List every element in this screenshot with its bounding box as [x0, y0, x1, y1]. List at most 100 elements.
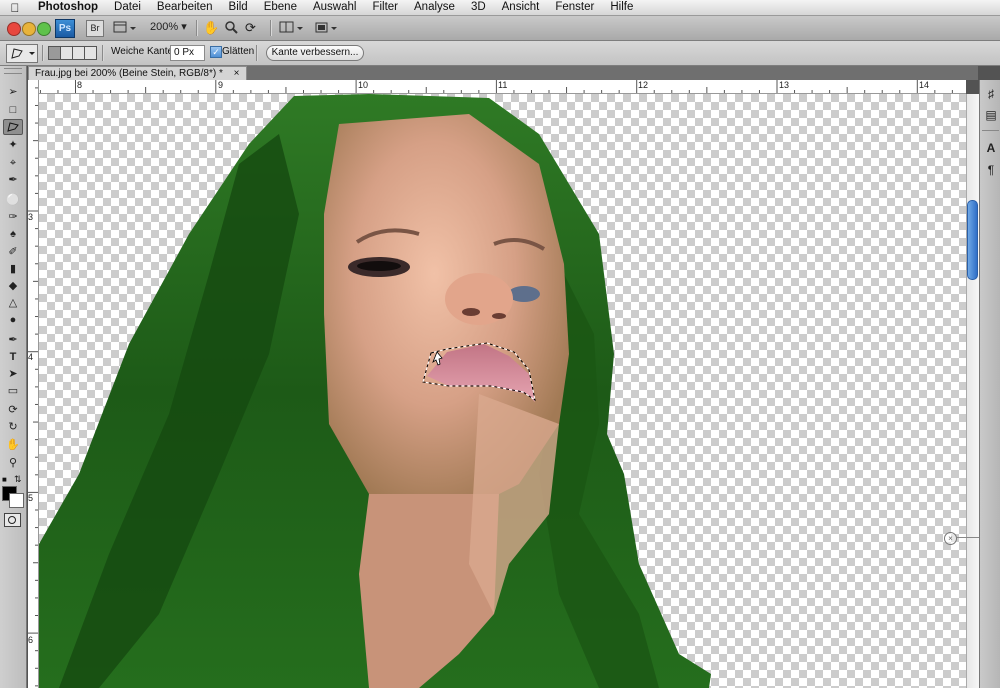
rectangle-icon: ▭ [7, 385, 19, 397]
menu-hilfe[interactable]: Hilfe [602, 0, 641, 15]
ruler-label-5: 5 [28, 493, 34, 503]
menu-bild[interactable]: Bild [221, 0, 256, 15]
menu-datei[interactable]: Datei [106, 0, 149, 15]
swap-colors-icon[interactable]: ⇅ [14, 474, 22, 485]
polygonal-lasso-icon [11, 48, 35, 59]
toolbox-grip[interactable] [4, 68, 22, 74]
close-icon[interactable]: × [944, 532, 957, 545]
pen-tool[interactable]: ✒ [3, 332, 23, 348]
window-zoom-button[interactable] [37, 22, 51, 36]
intersect-selection-button[interactable] [84, 46, 97, 60]
vertical-scrollbar[interactable] [966, 94, 979, 688]
arrange-documents-icon [279, 21, 303, 33]
document-tab[interactable]: Frau.jpg bei 200% (Beine Stein, RGB/8*) … [28, 66, 247, 81]
window-minimize-button[interactable] [22, 22, 36, 36]
window-close-button[interactable] [7, 22, 21, 36]
magnifier-icon: ⚲ [8, 457, 18, 469]
background-color-swatch[interactable] [9, 493, 24, 508]
stamp-icon: ♠ [10, 228, 16, 240]
bridge-button[interactable]: Br [86, 20, 104, 37]
menu-photoshop[interactable]: Photoshop [30, 0, 106, 15]
dodge-tool[interactable]: ● [3, 312, 23, 328]
menu-ebene[interactable]: Ebene [256, 0, 305, 15]
refine-edge-button[interactable]: Kante verbessern... [266, 45, 364, 61]
hand-tool-button[interactable]: ✋ [203, 19, 219, 36]
antialias-checkbox[interactable]: ✓ [210, 46, 222, 58]
crop-tool[interactable]: ⌖ [3, 155, 23, 171]
paint-bucket-tool[interactable]: ◆ [3, 278, 23, 294]
options-bar: Weiche Kante: 0 Px ✓ Glätten Kante verbe… [0, 41, 1000, 66]
histogram-panel-icon[interactable]: ♯ [983, 86, 999, 102]
menu-filter[interactable]: Filter [364, 0, 406, 15]
divider [196, 20, 198, 36]
panel-dock: ♯ ▤ A ¶ [979, 80, 1000, 688]
history-brush-tool[interactable]: ✐ [3, 244, 23, 260]
zoom-level-dropdown[interactable]: 200% ▾ [150, 19, 187, 36]
divider [102, 45, 104, 61]
ruler-label-9: 9 [218, 80, 224, 90]
nostril-right [492, 313, 506, 319]
ruler-label-13: 13 [779, 80, 790, 90]
tool-preset-picker[interactable] [6, 44, 38, 63]
3d-rotate-icon: ⟳ [8, 404, 18, 416]
ruler-label-4: 4 [28, 352, 34, 362]
divider [256, 45, 258, 61]
menu-bearbeiten[interactable]: Bearbeiten [149, 0, 221, 15]
layers-panel-icon[interactable]: ▤ [983, 107, 999, 123]
path-selection-icon: ➤ [8, 368, 18, 380]
path-selection-tool[interactable]: ➤ [3, 366, 23, 382]
close-icon[interactable]: × [234, 68, 240, 79]
woman-figure [39, 94, 711, 688]
menu-analyse[interactable]: Analyse [406, 0, 463, 15]
horizontal-ruler[interactable]: 8 9 10 11 12 13 14 [38, 80, 966, 94]
marquee-tool[interactable]: □ [3, 102, 23, 118]
shape-tool[interactable]: ▭ [3, 383, 23, 399]
nostril-left [462, 308, 480, 316]
view-extras-button[interactable] [112, 19, 136, 36]
vertical-ruler[interactable]: 3 4 5 6 [28, 80, 39, 688]
spot-healing-tool[interactable]: ⚪ [3, 192, 23, 208]
rotate-view-icon: ⟳ [245, 20, 256, 35]
arrange-documents-button[interactable] [278, 19, 304, 36]
3d-rotate-tool[interactable]: ⟳ [3, 402, 23, 418]
menu-3d[interactable]: 3D [463, 0, 494, 15]
quick-mask-button[interactable] [4, 513, 21, 527]
antialias-label: Glätten [222, 46, 255, 57]
polygonal-lasso-tool[interactable] [3, 119, 23, 135]
eraser-tool[interactable]: ▮ [3, 261, 23, 277]
hand-icon: ✋ [6, 439, 20, 451]
divider [982, 130, 999, 131]
apple-icon[interactable]:  [0, 1, 30, 15]
paragraph-panel-icon[interactable]: ¶ [983, 162, 999, 178]
type-tool[interactable]: T [3, 349, 23, 365]
menu-fenster[interactable]: Fenster [547, 0, 602, 15]
screen-mode-button[interactable] [313, 19, 339, 36]
type-icon: T [9, 351, 17, 363]
rotate-view-button[interactable]: ⟳ [245, 19, 256, 36]
menu-bar:  Photoshop Datei Bearbeiten Bild Ebene … [0, 0, 1000, 16]
move-tool[interactable]: ➢ [3, 84, 23, 100]
character-panel-icon[interactable]: A [983, 140, 999, 156]
brush-tool[interactable]: ✑ [3, 209, 23, 225]
document-canvas[interactable] [39, 94, 966, 688]
move-icon: ➢ [8, 86, 18, 98]
3d-orbit-tool[interactable]: ↻ [3, 419, 23, 435]
marquee-icon: □ [9, 104, 17, 116]
feather-input[interactable]: 0 Px [170, 45, 205, 61]
menu-ansicht[interactable]: Ansicht [494, 0, 548, 15]
blur-tool[interactable]: △ [3, 295, 23, 311]
zoom-tool[interactable]: ⚲ [3, 455, 23, 471]
panel-connector [957, 537, 979, 538]
hand-tool[interactable]: ✋ [3, 437, 23, 453]
default-colors-icon[interactable]: ■ [2, 475, 7, 484]
magic-wand-tool[interactable]: ✦ [3, 137, 23, 153]
brush-icon: ✑ [8, 211, 18, 223]
application-bar: Ps Br 200% ▾ ✋ ⟳ [0, 16, 1000, 41]
clone-stamp-tool[interactable]: ♠ [3, 226, 23, 242]
eyedropper-tool[interactable]: ✒ [3, 172, 23, 188]
vertical-scrollbar-thumb[interactable] [967, 200, 978, 280]
polygonal-lasso-icon [7, 122, 19, 132]
zoom-tool-button[interactable] [224, 19, 238, 36]
magic-wand-icon: ✦ [8, 139, 18, 151]
menu-auswahl[interactable]: Auswahl [305, 0, 364, 15]
